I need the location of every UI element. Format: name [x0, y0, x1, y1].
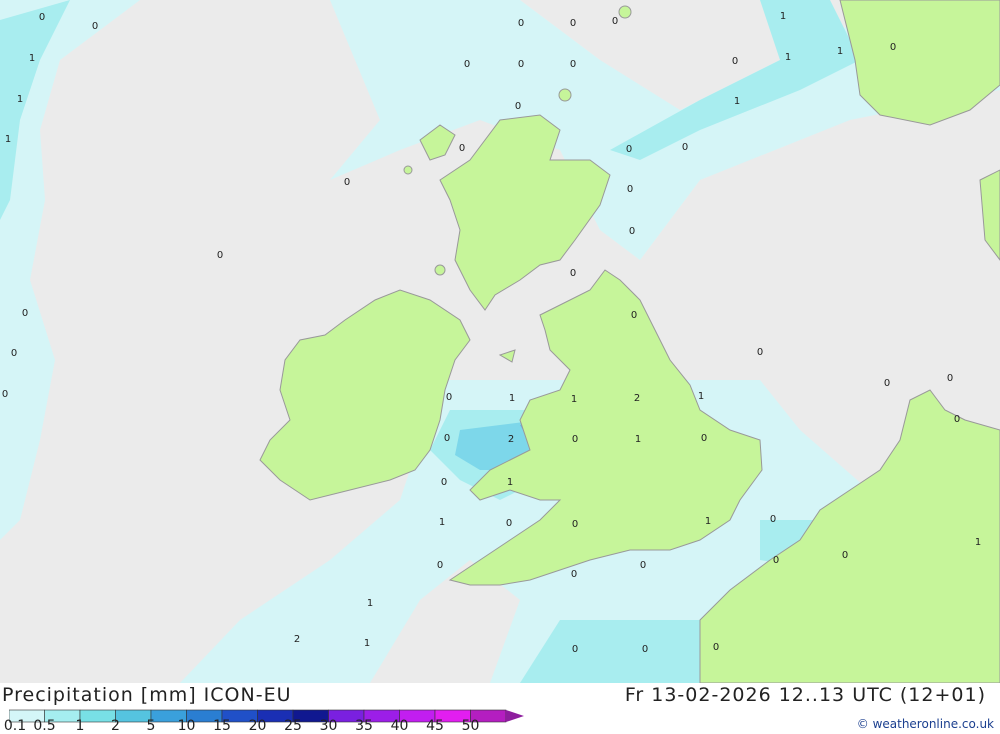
precip-value-label: 0 — [713, 642, 719, 653]
colorbar-tick-label: 10 — [177, 718, 196, 734]
precip-value-label: 0 — [571, 569, 577, 580]
precip-value-label: 0 — [515, 101, 521, 112]
colorbar-tick-label: 0.1 — [3, 718, 27, 734]
colorbar-tick-label: 35 — [355, 718, 373, 734]
precip-value-label: 1 — [837, 46, 843, 57]
precip-value-label: 2 — [634, 393, 640, 404]
precip-value-label: 0 — [842, 550, 848, 561]
precip-value-label: 1 — [785, 52, 791, 63]
credit-link[interactable]: © weatheronline.co.uk — [857, 717, 994, 731]
precip-value-label: 0 — [640, 560, 646, 571]
precip-value-label: 0 — [627, 184, 633, 195]
precip-value-label: 0 — [626, 144, 632, 155]
precip-value-label: 1 — [571, 394, 577, 405]
colorbar-tick-label: 0.5 — [33, 718, 56, 734]
precip-value-label: 0 — [437, 560, 443, 571]
precip-value-label: 0 — [506, 518, 512, 529]
map-footer: Precipitation [mm] ICON-EU Fr 13-02-2026… — [0, 683, 1000, 734]
precip-value-label: 0 — [444, 433, 450, 444]
colorbar-tick-label: 45 — [426, 718, 444, 734]
colorbar-tick-label: 5 — [146, 718, 156, 734]
colorbar-tick-label: 25 — [284, 718, 302, 734]
precip-value-label: 0 — [459, 143, 465, 154]
precip-value-label: 1 — [5, 134, 11, 145]
precip-value-label: 0 — [631, 310, 637, 321]
precip-value-label: 0 — [518, 18, 524, 29]
precip-value-label: 0 — [441, 477, 447, 488]
precip-value-label: 1 — [507, 477, 513, 488]
precip-value-label: 2 — [294, 634, 300, 645]
precip-value-label: 1 — [439, 517, 445, 528]
colorbar-tick-label: 2 — [111, 718, 120, 734]
legend-title: Precipitation [mm] ICON-EU — [2, 684, 292, 706]
precip-value-label: 0 — [92, 21, 98, 32]
precip-value-label: 0 — [344, 177, 350, 188]
precip-value-label: 0 — [884, 378, 890, 389]
precip-value-label: 1 — [29, 53, 35, 64]
precipitation-map: 0 0 1 1 1 0 0 0 0 0 0 0 0 0 0 0 0 1 1 1 0 0 0 1 0 0 0 0 0 0 0 0 0 1 0 0 0 1 2 2… — [0, 0, 1000, 684]
precip-value-label: 0 — [773, 555, 779, 566]
precip-value-label: 1 — [734, 96, 740, 107]
precip-value-label: 0 — [947, 373, 953, 384]
precip-value-label: 1 — [367, 598, 373, 609]
forecast-timestamp: Fr 13-02-2026 12..13 UTC (12+01) — [624, 684, 986, 706]
precip-value-label: 0 — [890, 42, 896, 53]
precip-value-label: 0 — [732, 56, 738, 67]
precip-value-label: 0 — [572, 644, 578, 655]
precip-value-label: 0 — [682, 142, 688, 153]
precip-value-label: 0 — [39, 12, 45, 23]
precip-value-label: 0 — [464, 59, 470, 70]
precip-value-label: 2 — [508, 434, 514, 445]
precip-value-label: 0 — [570, 18, 576, 29]
precip-value-label: 0 — [2, 389, 8, 400]
precip-value-label: 0 — [629, 226, 635, 237]
colorbar-tick-label: 40 — [390, 718, 409, 734]
precip-value-label: 0 — [612, 16, 618, 27]
precip-value-label: 0 — [757, 347, 763, 358]
precip-value-label: 0 — [11, 348, 17, 359]
precip-value-label: 1 — [635, 434, 641, 445]
precip-value-label: 0 — [642, 644, 648, 655]
precip-value-label: 0 — [446, 392, 452, 403]
precipitation-colorbar — [9, 709, 524, 723]
precip-value-label: 0 — [217, 250, 223, 261]
precip-value-label: 1 — [17, 94, 23, 105]
colorbar-tick-label: 20 — [248, 718, 267, 734]
precip-value-label: 1 — [975, 537, 981, 548]
precip-value-label: 1 — [780, 11, 786, 22]
precip-value-label: 0 — [572, 519, 578, 530]
colorbar-tick-label: 50 — [461, 718, 480, 734]
precip-value-label: 0 — [954, 414, 960, 425]
colorbar-tick-label: 1 — [75, 718, 85, 734]
colorbar-arrow — [506, 710, 524, 722]
map-canvas: 0 0 1 1 1 0 0 0 0 0 0 0 0 0 0 0 0 1 1 1 0 0 0 1 0 0 0 0 0 0 0 0 0 1 0 0 0 1 2 2… — [0, 0, 1000, 684]
precip-value-label: 0 — [22, 308, 28, 319]
precip-value-label: 0 — [770, 514, 776, 525]
precip-value-label: 0 — [572, 434, 578, 445]
precip-value-label: 0 — [570, 268, 576, 279]
precip-value-label: 0 — [701, 433, 707, 444]
precip-value-label: 1 — [698, 391, 704, 402]
precip-value-label: 1 — [509, 393, 515, 404]
precip-value-label: 1 — [705, 516, 711, 527]
colorbar-tick-label: 30 — [319, 718, 338, 734]
precip-value-label: 1 — [364, 638, 370, 649]
precip-value-label: 0 — [570, 59, 576, 70]
colorbar-tick-label: 15 — [213, 718, 231, 734]
precip-value-label: 0 — [518, 59, 524, 70]
